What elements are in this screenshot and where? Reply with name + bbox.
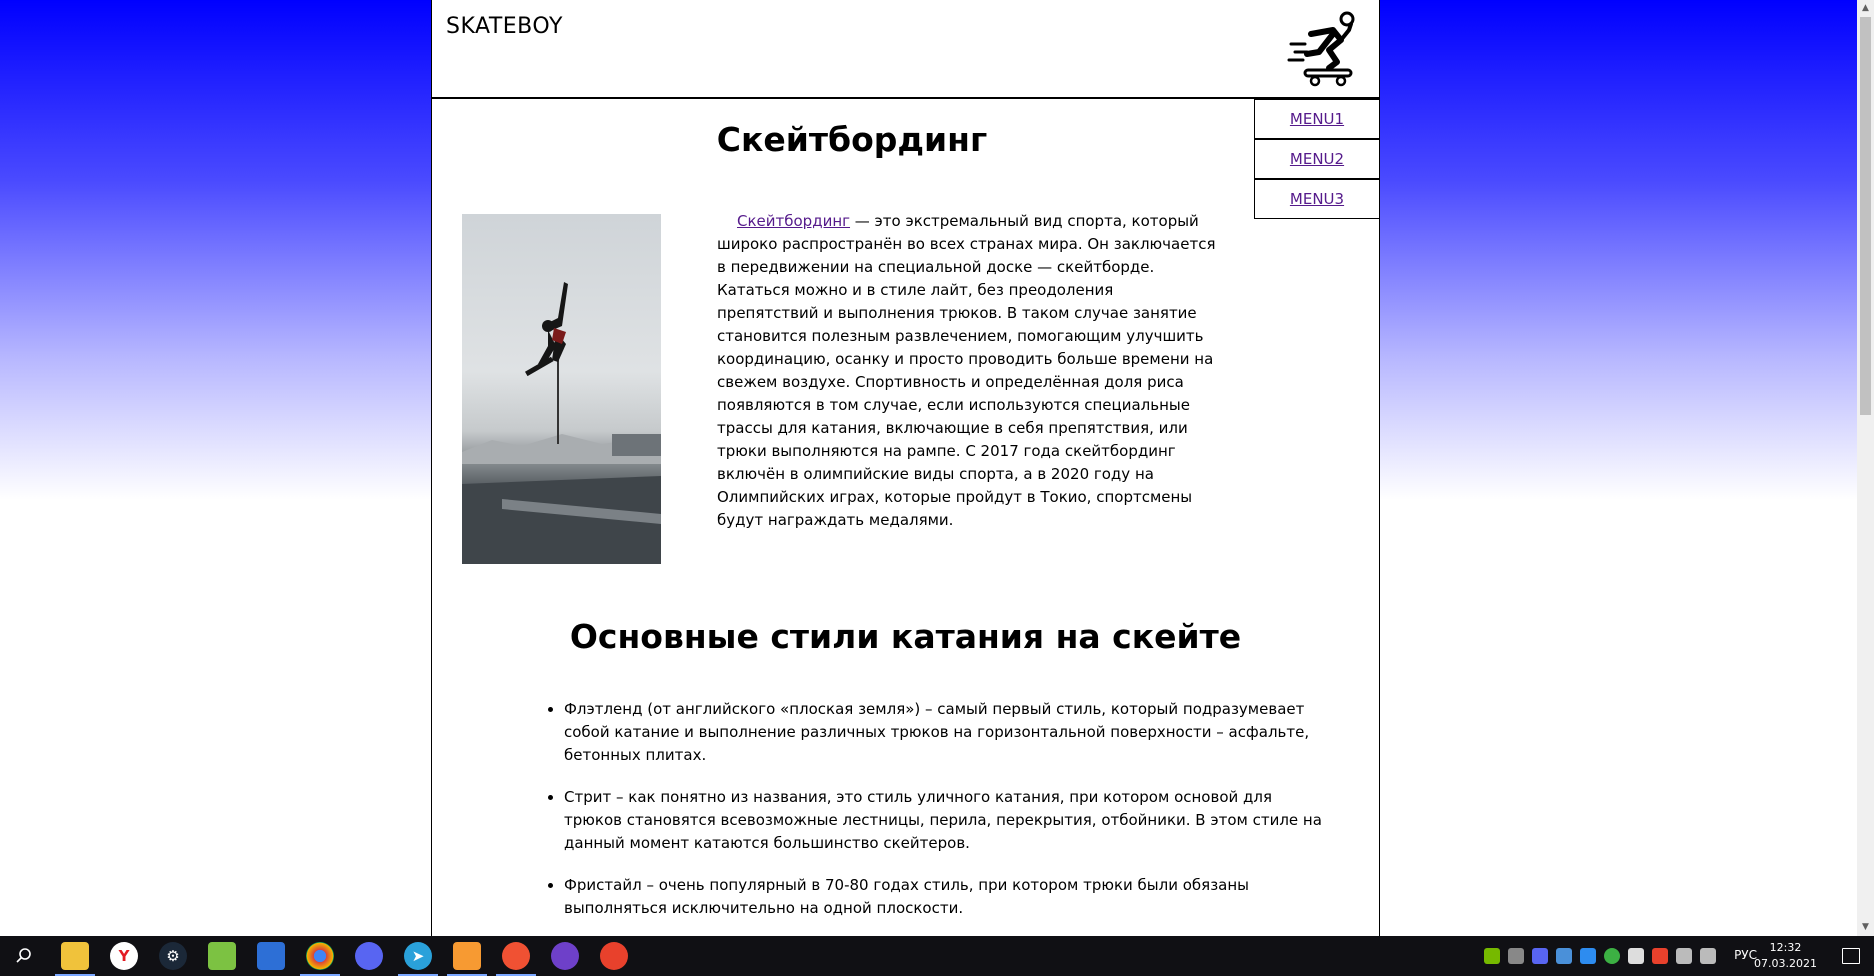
clock[interactable]: 12:32 07.03.2021: [1754, 940, 1817, 972]
skateboarder-icon[interactable]: [1285, 10, 1365, 90]
notification-icon[interactable]: [1842, 948, 1860, 964]
menu-item-2[interactable]: MENU2: [1255, 140, 1379, 180]
article-intro: Скейтбординг — это экстремальный вид спо…: [717, 210, 1217, 532]
file-explorer-icon[interactable]: [61, 942, 89, 970]
page-scrollbar[interactable]: ▲ ▼: [1857, 0, 1874, 936]
notepad-icon[interactable]: [208, 942, 236, 970]
windows-taskbar: Y ⚙ ➤ РУС 12:32 07.03.2021: [0, 936, 1874, 976]
discord-icon[interactable]: [355, 942, 383, 970]
nvidia-icon[interactable]: [1484, 948, 1500, 964]
scroll-down-icon[interactable]: ▼: [1857, 919, 1874, 936]
styles-section-title: Основные стили катания на скейте: [569, 617, 1242, 656]
menu-item-3[interactable]: MENU3: [1255, 180, 1379, 218]
page-container: SKATEBOY MENU1 MENU2 MENU3 Скейтбординг: [431, 0, 1380, 936]
jetbrains-icon[interactable]: [257, 942, 285, 970]
network-icon[interactable]: [1580, 948, 1596, 964]
search-icon[interactable]: [10, 942, 38, 970]
discord-tray-icon[interactable]: [1532, 948, 1548, 964]
check-icon[interactable]: [1604, 948, 1620, 964]
scroll-up-icon[interactable]: ▲: [1857, 0, 1874, 17]
sublime-text-icon[interactable]: [453, 942, 481, 970]
skateboarder-photo: [462, 214, 661, 564]
side-menu: MENU1 MENU2 MENU3: [1254, 99, 1379, 219]
site-brand[interactable]: SKATEBOY: [446, 14, 563, 39]
clock-date: 07.03.2021: [1754, 957, 1817, 970]
list-item: Стрит – как понятно из названия, это сти…: [564, 786, 1324, 855]
shield-icon[interactable]: [1556, 948, 1572, 964]
list-item: Флэтленд (от английского «плоская земля»…: [564, 698, 1324, 767]
telegram-icon[interactable]: ➤: [404, 942, 432, 970]
site-header: SKATEBOY: [432, 0, 1379, 99]
system-tray: [1480, 936, 1720, 976]
volume-icon[interactable]: [1700, 948, 1716, 964]
yandex-browser-icon[interactable]: Y: [110, 942, 138, 970]
github-desktop-icon[interactable]: [551, 942, 579, 970]
monitor-icon[interactable]: [1676, 948, 1692, 964]
menu-item-1[interactable]: MENU1: [1255, 100, 1379, 140]
app-icon[interactable]: [600, 942, 628, 970]
tray-app-icon[interactable]: [1652, 948, 1668, 964]
security-icon[interactable]: [1628, 948, 1644, 964]
git-icon[interactable]: [502, 942, 530, 970]
cloud-icon[interactable]: [1508, 948, 1524, 964]
clock-time: 12:32: [1769, 941, 1802, 954]
steam-icon[interactable]: ⚙: [159, 942, 187, 970]
skateboarding-link[interactable]: Скейтбординг: [737, 212, 850, 230]
article-title: Скейтбординг: [716, 120, 988, 159]
chrome-icon[interactable]: [306, 942, 334, 970]
styles-list: Флэтленд (от английского «плоская земля»…: [532, 698, 1324, 939]
list-item: Фристайл – очень популярный в 70-80 года…: [564, 874, 1324, 920]
scrollbar-thumb[interactable]: [1860, 17, 1871, 415]
intro-text: — это экстремальный вид спорта, который …: [717, 212, 1216, 529]
